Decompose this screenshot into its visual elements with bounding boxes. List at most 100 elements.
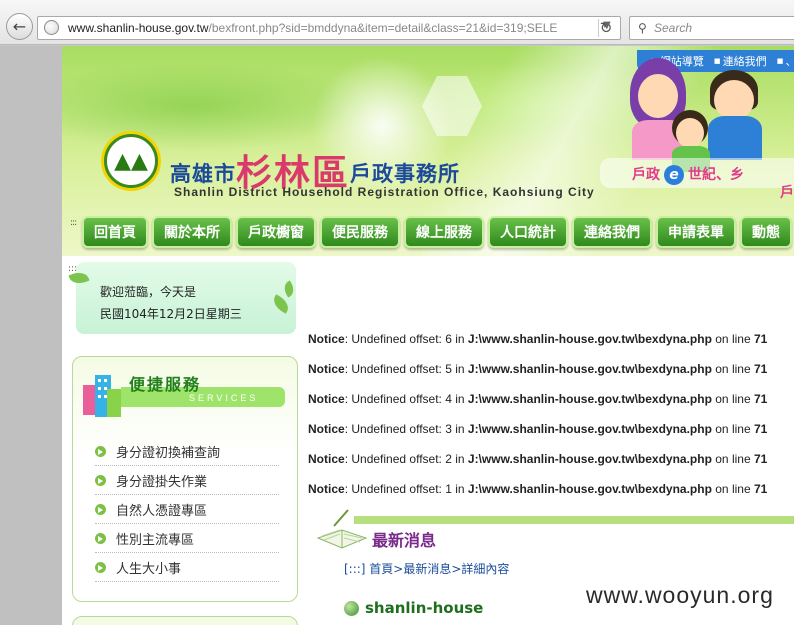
search-icon: ⚲: [638, 21, 647, 35]
notice-message: : Undefined offset: 1 in: [344, 482, 468, 496]
nav-home[interactable]: 回首頁: [82, 216, 148, 248]
play-bullet-icon: [95, 561, 106, 573]
title-suffix: 戶政事務所: [350, 161, 461, 186]
list-item[interactable]: 自然人憑證專區: [95, 495, 279, 524]
play-bullet-icon: [95, 532, 106, 544]
notice-path: J:\www.shanlin-house.gov.tw\bexdyna.php: [467, 392, 712, 406]
family-illustration: [560, 58, 794, 208]
nav-forms[interactable]: 申請表單: [656, 216, 736, 248]
notice-path: J:\www.shanlin-house.gov.tw\bexdyna.php: [467, 452, 712, 466]
notice-path: J:\www.shanlin-house.gov.tw\bexdyna.php: [467, 422, 712, 436]
notice-line-number: 71: [753, 422, 768, 436]
notice-line: Notice: Undefined offset: 6 in J:\www.sh…: [308, 332, 794, 362]
play-bullet-icon: [95, 503, 106, 515]
notice-message: : Undefined offset: 2 in: [344, 452, 468, 466]
slogan-left: 戶政: [632, 167, 660, 183]
notice-label: Notice: [308, 482, 345, 496]
url-path: /bexfront.php?sid=bmddyna&item=detail&cl…: [208, 21, 558, 35]
notice-label: Notice: [308, 422, 345, 436]
notice-line: Notice: Undefined offset: 5 in J:\www.sh…: [308, 362, 794, 392]
service-link[interactable]: 身分證掛失作業: [116, 471, 207, 490]
notice-online: on line: [711, 422, 754, 436]
news-title: 最新消息: [372, 531, 437, 550]
service-link[interactable]: 人生大小事: [116, 558, 181, 577]
notice-label: Notice: [308, 332, 345, 346]
list-item[interactable]: 性別主流專區: [95, 524, 279, 553]
notice-path: J:\www.shanlin-house.gov.tw\bexdyna.php: [467, 482, 712, 496]
notice-label: Notice: [308, 362, 345, 376]
notice-online: on line: [711, 452, 754, 466]
notice-line-number: 71: [753, 452, 768, 466]
nav-contact[interactable]: 連絡我們: [572, 216, 652, 248]
service-link[interactable]: 性別主流專區: [116, 529, 194, 548]
main-nav: 回首頁 關於本所 戶政櫥窗 便民服務 線上服務 人口統計 連絡我們 申請表單 動…: [82, 216, 792, 248]
slogan-line2: 戶: [780, 185, 794, 201]
reload-icon[interactable]: ↻: [593, 16, 619, 40]
notice-online: on line: [711, 332, 754, 346]
service-link[interactable]: 自然人憑證專區: [116, 500, 207, 519]
address-bar[interactable]: www.shanlin-house.gov.tw/bexfront.php?si…: [37, 16, 621, 40]
notice-message: : Undefined offset: 5 in: [344, 362, 468, 376]
title-prefix: 高雄市: [170, 161, 236, 186]
list-item[interactable]: 人生大小事: [95, 553, 279, 582]
leaf-icon: [281, 280, 297, 298]
php-notices: Notice: Undefined offset: 6 in J:\www.sh…: [308, 332, 794, 512]
notice-line: Notice: Undefined offset: 4 in J:\www.sh…: [308, 392, 794, 422]
notice-label: Notice: [308, 452, 345, 466]
notice-online: on line: [711, 482, 754, 496]
watermark: www.wooyun.org: [586, 582, 774, 608]
services-subtitle: SERVICES: [189, 393, 259, 403]
notice-message: : Undefined offset: 4 in: [344, 392, 468, 406]
play-bullet-icon: [95, 445, 106, 457]
notice-online: on line: [711, 392, 754, 406]
breadcrumb[interactable]: [:::] 首頁>最新消息>詳細內容: [344, 560, 509, 577]
slogan: 戶政 e 世紀、乡戶: [632, 164, 794, 201]
nav-statistics[interactable]: 人口統計: [488, 216, 568, 248]
notice-path: J:\www.shanlin-house.gov.tw\bexdyna.php: [467, 362, 712, 376]
service-link[interactable]: 身分證初換補查詢: [116, 442, 220, 461]
notice-line-number: 71: [753, 332, 768, 346]
nav-window[interactable]: 戶政櫥窗: [236, 216, 316, 248]
notice-message: : Undefined offset: 6 in: [344, 332, 468, 346]
notice-line-number: 71: [753, 482, 768, 496]
search-input[interactable]: ⚲ Search: [629, 16, 794, 40]
notice-line: Notice: Undefined offset: 3 in J:\www.sh…: [308, 422, 794, 452]
slogan-right: 世紀、乡: [688, 167, 744, 183]
services-panel: 便捷服務 SERVICES 身分證初換補查詢 身分證掛失作業 自然人憑證專區 性…: [72, 356, 298, 602]
notice-path: J:\www.shanlin-house.gov.tw\bexdyna.php: [467, 332, 712, 346]
welcome-line1: 歡迎蒞臨，今天是: [100, 285, 197, 299]
notice-message: : Undefined offset: 3 in: [344, 422, 468, 436]
buildings-icon: [83, 375, 121, 417]
url-text[interactable]: www.shanlin-house.gov.tw/bexfront.php?si…: [68, 21, 598, 35]
site-subtitle: Shanlin District Household Registration …: [174, 185, 595, 199]
globe-icon: [44, 20, 59, 35]
nav-online[interactable]: 線上服務: [404, 216, 484, 248]
back-arrow-icon: ←: [12, 17, 27, 36]
post-title: shanlin-house: [344, 599, 483, 617]
browser-toolbar: ← www.shanlin-house.gov.tw/bexfront.php?…: [0, 0, 794, 45]
back-button[interactable]: ←: [6, 13, 33, 40]
list-item[interactable]: 身分證初換補查詢: [95, 437, 279, 466]
play-bullet-icon: [95, 474, 106, 486]
search-placeholder: Search: [654, 21, 693, 35]
web-page: 網站導覽 連絡我們 、 戶政e世紀、乡戶 ▲▲ 高雄市杉林區戶政事務所 Shan…: [62, 46, 794, 625]
list-item[interactable]: 身分證掛失作業: [95, 466, 279, 495]
services-list: 身分證初換補查詢 身分證掛失作業 自然人憑證專區 性別主流專區 人生大小事: [95, 437, 279, 582]
services-title: 便捷服務: [129, 375, 202, 394]
notice-line-number: 71: [753, 362, 768, 376]
second-panel: [72, 616, 298, 625]
nav-news[interactable]: 動態: [740, 216, 792, 248]
news-title-bar: [354, 516, 794, 524]
nav-about[interactable]: 關於本所: [152, 216, 232, 248]
globe-icon: [344, 600, 359, 616]
nav-services[interactable]: 便民服務: [320, 216, 400, 248]
tree-logo-icon[interactable]: ▲▲: [104, 134, 158, 188]
e-logo-icon: e: [664, 165, 684, 185]
open-book-icon: [316, 509, 368, 549]
nav-dots: :::: [70, 218, 77, 228]
notice-online: on line: [711, 362, 754, 376]
notice-label: Notice: [308, 392, 345, 406]
post-title-text: shanlin-house: [365, 599, 484, 617]
notice-line: Notice: Undefined offset: 2 in J:\www.sh…: [308, 452, 794, 482]
url-domain: www.shanlin-house.gov.tw: [68, 21, 209, 35]
